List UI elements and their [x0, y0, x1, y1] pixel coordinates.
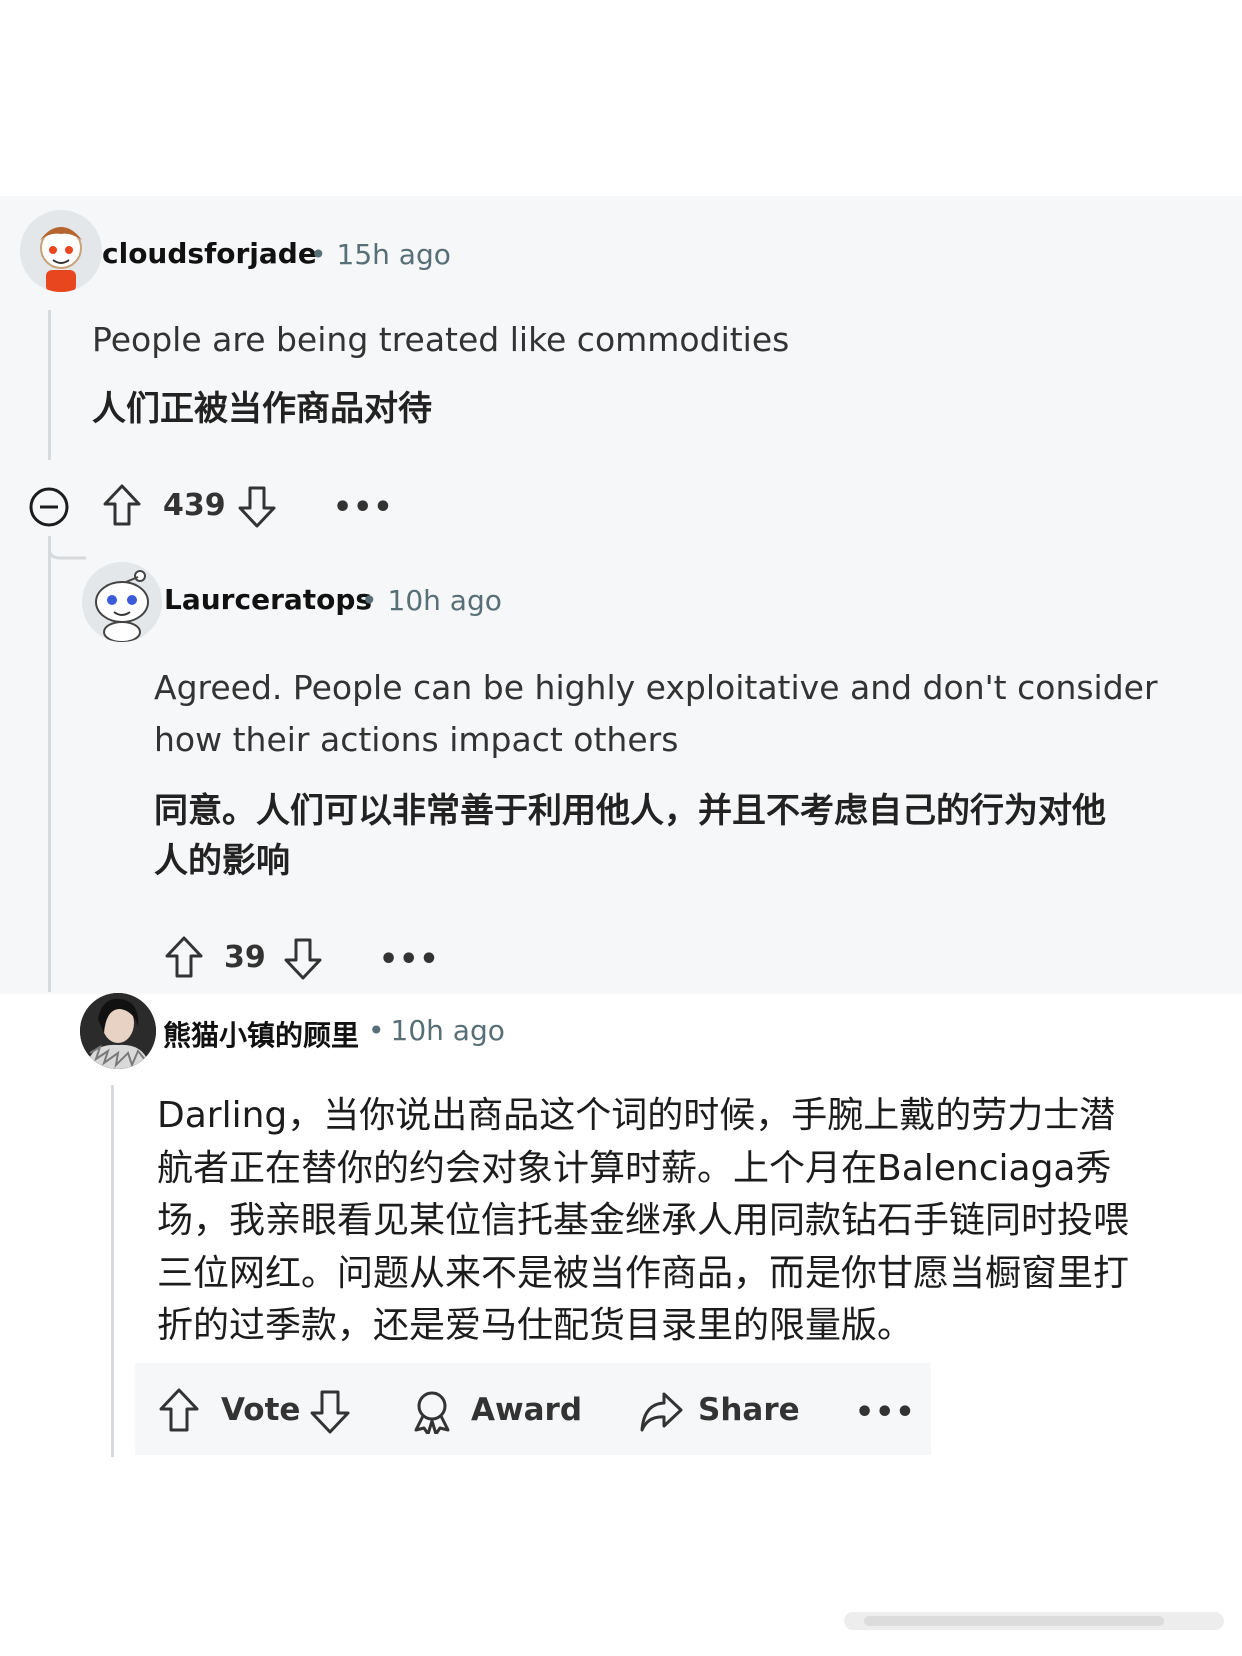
- comment-text-line: Agreed. People can be highly exploitativ…: [154, 668, 1158, 707]
- profile-photo-icon: [80, 993, 156, 1069]
- vote-button[interactable]: Vote: [221, 1392, 300, 1428]
- collapse-icon[interactable]: [28, 486, 70, 528]
- comment-meta: • 10h ago: [351, 584, 502, 617]
- downvote-icon[interactable]: [282, 936, 324, 982]
- share-button[interactable]: Share: [698, 1392, 800, 1428]
- comment-text: People are being treated like commoditie…: [92, 320, 790, 359]
- award-icon[interactable]: [410, 1388, 454, 1434]
- comment-meta: • 10h ago: [360, 1014, 505, 1047]
- share-icon[interactable]: [638, 1390, 684, 1434]
- comment-text-line: 三位网红。问题从来不是被当作商品，而是你甘愿当橱窗里打: [157, 1252, 1130, 1294]
- separator-dot: •: [368, 1014, 385, 1047]
- avatar-cloudsforjade[interactable]: [20, 210, 102, 292]
- thread-line-parent[interactable]: [48, 536, 51, 992]
- upvote-icon[interactable]: [163, 934, 205, 980]
- comment-translation-line: 人的影响: [154, 841, 290, 881]
- comment-meta: • 15h ago: [300, 238, 451, 271]
- comment-translation-line: 同意。人们可以非常善于利用他人，并且不考虑自己的行为对他: [154, 791, 1106, 831]
- avatar-user-photo[interactable]: [80, 993, 156, 1069]
- thread-line[interactable]: [48, 310, 51, 460]
- username[interactable]: Laurceratops: [164, 583, 372, 616]
- more-options-button[interactable]: •••: [379, 942, 440, 977]
- thread-line[interactable]: [111, 1085, 114, 1457]
- timestamp[interactable]: 10h ago: [391, 1014, 505, 1047]
- snoo-avatar-icon: [20, 210, 102, 292]
- timestamp[interactable]: 15h ago: [337, 238, 451, 271]
- comment-text-line: Darling，当你说出商品这个词的时候，手腕上戴的劳力士潜: [157, 1095, 1116, 1136]
- upvote-icon[interactable]: [157, 1386, 201, 1434]
- comment-text-line: 航者正在替你的约会对象计算时薪。上个月在Balenciaga秀: [157, 1147, 1112, 1189]
- more-options-button[interactable]: •••: [855, 1395, 916, 1430]
- vote-count: 39: [224, 940, 266, 975]
- vote-count: 439: [163, 488, 226, 523]
- thread-branch-icon: [48, 536, 86, 560]
- avatar-laurceratops[interactable]: [82, 562, 162, 642]
- award-button[interactable]: Award: [471, 1392, 582, 1428]
- downvote-icon[interactable]: [236, 484, 278, 530]
- comment-body: Darling，当你说出商品这个词的时候，手腕上戴的劳力士潜 航者正在替你的约会…: [157, 1090, 1207, 1353]
- comment-text-line: 场，我亲眼看见某位信托基金继承人用同款钻石手链同时投喂: [157, 1200, 1130, 1241]
- comment-text-line: how their actions impact others: [154, 720, 679, 759]
- separator-dot: •: [361, 584, 378, 617]
- comment-translation: 人们正被当作商品对待: [92, 389, 432, 429]
- downvote-icon[interactable]: [308, 1388, 352, 1436]
- watermark-logo: [844, 1612, 1224, 1630]
- more-options-button[interactable]: •••: [333, 490, 394, 525]
- username[interactable]: cloudsforjade: [102, 237, 317, 270]
- username[interactable]: 熊猫小镇的顾里: [163, 1014, 359, 1054]
- comment-text-line: 折的过季款，还是爱马仕配货目录里的限量版。: [157, 1305, 914, 1346]
- upvote-icon[interactable]: [101, 482, 143, 528]
- separator-dot: •: [310, 238, 327, 271]
- timestamp[interactable]: 10h ago: [388, 584, 502, 617]
- snoo-avatar-icon: [82, 562, 162, 642]
